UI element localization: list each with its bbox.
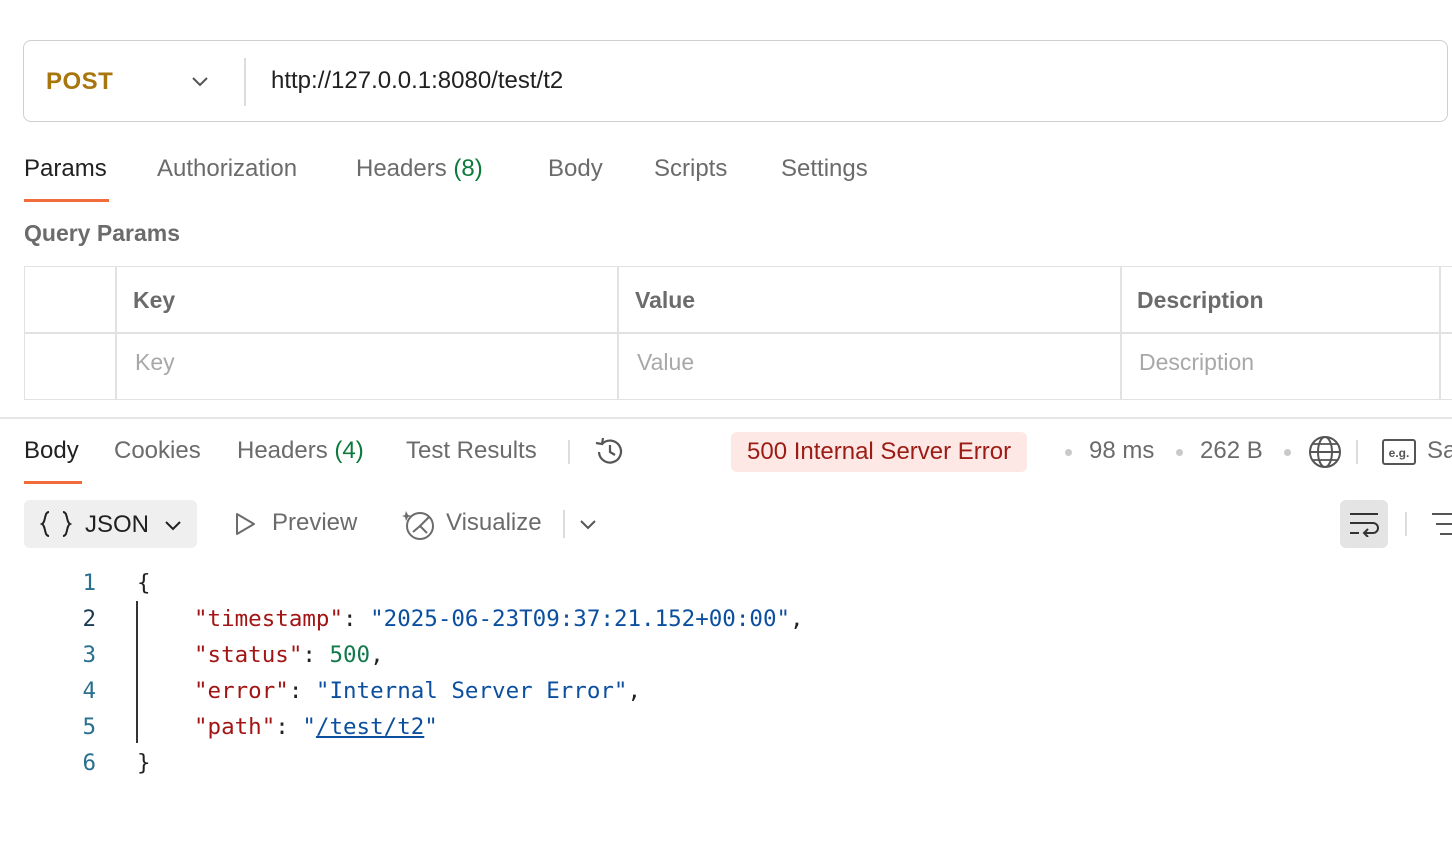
code-line: "error": "Internal Server Error",: [194, 678, 642, 704]
method-select-label[interactable]: POST: [46, 68, 113, 96]
format-select[interactable]: JSON: [24, 500, 197, 548]
braces-icon: [40, 511, 72, 537]
url-input[interactable]: http://127.0.0.1:8080/test/t2: [271, 67, 563, 95]
example-icon[interactable]: e.g.: [1382, 438, 1416, 466]
line-number: 6: [82, 750, 96, 776]
json-string: "Internal Server Error": [315, 678, 628, 704]
column-header-value: Value: [635, 287, 696, 313]
word-wrap-button[interactable]: [1340, 500, 1388, 548]
json-key: "error": [194, 678, 289, 704]
status-badge[interactable]: 500 Internal Server Error: [731, 432, 1028, 472]
play-icon[interactable]: [232, 511, 258, 537]
code-line: }: [137, 750, 151, 776]
history-icon[interactable]: [592, 434, 628, 470]
line-number: 5: [82, 714, 96, 740]
line-number: 2: [82, 606, 96, 632]
code-line: "timestamp": "2025-06-23T09:37:21.152+00…: [194, 606, 804, 632]
tab-separator: [568, 440, 570, 464]
response-headers-label: Headers: [237, 437, 328, 464]
tab-scripts[interactable]: Scripts: [654, 155, 727, 183]
format-label: JSON: [85, 511, 150, 538]
tab-authorization[interactable]: Authorization: [157, 155, 297, 183]
code-line: "status": 500,: [194, 642, 384, 668]
active-response-tab-indicator: [24, 481, 82, 484]
tab-headers[interactable]: Headers (8): [356, 155, 483, 183]
response-time[interactable]: 98 ms: [1089, 437, 1154, 465]
preview-button[interactable]: Preview: [272, 509, 357, 537]
toolbar-separator: [563, 510, 565, 538]
code-line: "path": "/test/t2": [194, 714, 438, 740]
json-key: "timestamp": [194, 606, 344, 632]
response-tab-body[interactable]: Body: [24, 437, 79, 465]
meta-dot: [1284, 449, 1291, 456]
query-params-title: Query Params: [24, 220, 180, 246]
response-headers-count: (4): [334, 437, 364, 464]
line-number: 3: [82, 642, 96, 668]
value-input[interactable]: Value: [637, 349, 694, 376]
tab-headers-label: Headers: [356, 155, 447, 182]
chevron-down-icon[interactable]: [578, 514, 598, 534]
column-header-key: Key: [133, 287, 176, 313]
chevron-down-icon: [165, 521, 181, 531]
meta-separator: [1356, 440, 1358, 464]
key-input[interactable]: Key: [135, 349, 175, 376]
code-line: {: [137, 570, 151, 596]
json-number: 500: [329, 642, 371, 668]
tab-params[interactable]: Params: [24, 155, 107, 183]
url-divider: [244, 58, 246, 106]
column-header-description: Description: [1137, 287, 1264, 313]
toolbar-separator: [1405, 512, 1407, 536]
save-response-button[interactable]: Sa: [1427, 437, 1452, 465]
svg-text:e.g.: e.g.: [1389, 446, 1410, 460]
query-params-table: Key Value Description Key Value Descript…: [24, 266, 1452, 400]
description-input[interactable]: Description: [1139, 349, 1254, 376]
headers-count: (8): [453, 155, 483, 182]
request-url-bar: POST http://127.0.0.1:8080/test/t2: [23, 40, 1448, 122]
response-size[interactable]: 262 B: [1200, 437, 1263, 465]
line-number: 1: [82, 570, 96, 596]
json-string: "2025-06-23T09:37:21.152+00:00": [370, 606, 791, 632]
tab-body[interactable]: Body: [548, 155, 603, 183]
active-tab-indicator: [24, 199, 109, 202]
response-divider[interactable]: [0, 417, 1452, 419]
line-number: 4: [82, 678, 96, 704]
tab-settings[interactable]: Settings: [781, 155, 868, 183]
globe-icon[interactable]: [1307, 434, 1343, 470]
path-link[interactable]: /test/t2: [316, 714, 424, 740]
wrap-lines-icon: [1350, 513, 1379, 537]
response-tab-test-results[interactable]: Test Results: [406, 437, 537, 465]
meta-dot: [1176, 449, 1183, 456]
json-key: "status": [194, 642, 303, 668]
meta-dot: [1065, 449, 1072, 456]
indent-guide: [136, 601, 138, 743]
visualize-icon[interactable]: [402, 507, 438, 541]
visualize-button[interactable]: Visualize: [446, 509, 542, 537]
table-row-divider: [25, 332, 1452, 334]
response-tab-cookies[interactable]: Cookies: [114, 437, 201, 465]
json-key: "path": [194, 714, 276, 740]
chevron-down-icon[interactable]: [190, 71, 210, 91]
response-tab-headers[interactable]: Headers (4): [237, 437, 364, 465]
filter-icon[interactable]: [1430, 511, 1452, 537]
